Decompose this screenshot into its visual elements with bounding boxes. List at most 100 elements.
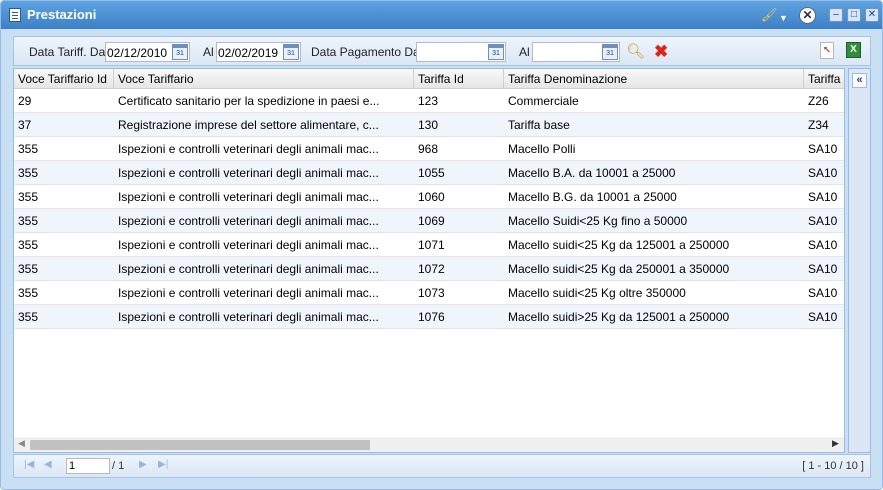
calendar-icon[interactable]: 31 bbox=[602, 44, 618, 60]
first-page-icon[interactable]: |◀ bbox=[24, 459, 34, 470]
minimize-button[interactable]: – bbox=[829, 8, 843, 22]
table-cell: Macello Polli bbox=[508, 142, 576, 156]
grid-header: Voce Tariffario Id Voce Tariffario Tarif… bbox=[14, 69, 844, 89]
table-cell: Ispezioni e controlli veterinari degli a… bbox=[118, 190, 379, 204]
close-button[interactable]: ✕ bbox=[865, 8, 879, 22]
table-cell: Z26 bbox=[808, 94, 829, 108]
paging-info: [ 1 - 10 / 10 ] bbox=[802, 460, 864, 472]
table-cell: 1073 bbox=[418, 286, 445, 300]
table-cell: 1076 bbox=[418, 310, 445, 324]
table-cell: Macello suidi>25 Kg da 125001 a 250000 bbox=[508, 310, 730, 324]
table-cell: Ispezioni e controlli veterinari degli a… bbox=[118, 286, 379, 300]
al-field-2[interactable]: 31 bbox=[532, 42, 620, 62]
expand-panel-icon[interactable]: « bbox=[852, 73, 867, 88]
al-label-2: Al bbox=[519, 45, 530, 59]
close-circle-icon[interactable]: ✕ bbox=[799, 7, 816, 24]
data-tariff-dal-label: Data Tariff. Dal bbox=[29, 45, 108, 59]
table-cell: Ispezioni e controlli veterinari degli a… bbox=[118, 238, 379, 252]
table-cell: SA10 bbox=[808, 286, 838, 300]
pdf-export-icon[interactable]: ⭦ bbox=[820, 42, 834, 59]
column-header-voce-tariffario-id[interactable]: Voce Tariffario Id bbox=[14, 69, 114, 89]
table-row[interactable]: 355 Ispezioni e controlli veterinari degl… bbox=[14, 137, 844, 161]
calendar-icon[interactable]: 31 bbox=[488, 44, 504, 60]
column-header-voce-tariffario[interactable]: Voce Tariffario bbox=[114, 69, 414, 89]
table-cell: 355 bbox=[18, 214, 39, 228]
al-label-1: Al bbox=[203, 45, 214, 59]
table-cell: Macello Suidi<25 Kg fino a 50000 bbox=[508, 214, 688, 228]
broom-icon[interactable]: 🖌 bbox=[761, 8, 778, 22]
table-cell: Macello suidi<25 Kg da 250001 a 350000 bbox=[508, 262, 730, 276]
table-cell: Certificato sanitario per la spedizione … bbox=[118, 94, 380, 108]
table-row[interactable]: 355 Ispezioni e controlli veterinari degl… bbox=[14, 257, 844, 281]
table-cell: 355 bbox=[18, 286, 39, 300]
table-cell: 37 bbox=[18, 118, 32, 132]
clear-filter-icon[interactable]: ✖ bbox=[654, 43, 668, 61]
window-titlebar[interactable]: Prestazioni 🖌 ▼ ✕ – □ ✕ bbox=[1, 1, 882, 29]
table-row[interactable]: 355 Ispezioni e controlli veterinari degl… bbox=[14, 161, 844, 185]
table-cell: SA10 bbox=[808, 262, 838, 276]
column-header-tariffa-denominazione[interactable]: Tariffa Denominazione bbox=[504, 69, 804, 89]
scrollbar-thumb[interactable] bbox=[30, 440, 370, 450]
table-cell: Ispezioni e controlli veterinari degli a… bbox=[118, 262, 379, 276]
data-tariff-dal-field[interactable]: 02/12/2010 31 bbox=[105, 42, 190, 62]
previous-page-icon[interactable]: ◀ bbox=[44, 459, 52, 470]
table-cell: SA10 bbox=[808, 142, 838, 156]
table-cell: 355 bbox=[18, 142, 39, 156]
table-cell: SA10 bbox=[808, 310, 838, 324]
scroll-right-icon[interactable]: ▶ bbox=[832, 438, 839, 449]
filter-toolbar: Data Tariff. Dal 02/12/2010 31 Al 02/02/… bbox=[13, 36, 871, 66]
data-pagamento-dal-field[interactable]: 31 bbox=[416, 42, 506, 62]
table-row[interactable]: 37 Registrazione imprese del settore alim… bbox=[14, 113, 844, 137]
calendar-icon[interactable]: 31 bbox=[283, 44, 299, 60]
table-cell: Ispezioni e controlli veterinari degli a… bbox=[118, 310, 379, 324]
table-row[interactable]: 355 Ispezioni e controlli veterinari degl… bbox=[14, 233, 844, 257]
table-row[interactable]: 355 Ispezioni e controlli veterinari degl… bbox=[14, 209, 844, 233]
table-row[interactable]: 355 Ispezioni e controlli veterinari degl… bbox=[14, 305, 844, 329]
table-cell: 355 bbox=[18, 166, 39, 180]
table-cell: 1072 bbox=[418, 262, 445, 276]
table-cell: Ispezioni e controlli veterinari degli a… bbox=[118, 142, 379, 156]
al-field-1[interactable]: 02/02/2019 31 bbox=[216, 42, 301, 62]
maximize-button[interactable]: □ bbox=[847, 8, 861, 22]
table-cell: Ispezioni e controlli veterinari degli a… bbox=[118, 214, 379, 228]
table-cell: Macello suidi<25 Kg oltre 350000 bbox=[508, 286, 686, 300]
table-cell: 1071 bbox=[418, 238, 445, 252]
calendar-icon[interactable]: 31 bbox=[172, 44, 188, 60]
last-page-icon[interactable]: ▶| bbox=[158, 459, 168, 470]
table-cell: 968 bbox=[418, 142, 439, 156]
column-header-tariffa-id[interactable]: Tariffa Id bbox=[414, 69, 504, 89]
chevron-down-icon[interactable]: ▼ bbox=[779, 11, 788, 25]
table-cell: SA10 bbox=[808, 190, 838, 204]
page-number-input[interactable] bbox=[66, 458, 110, 474]
table-row[interactable]: 355 Ispezioni e controlli veterinari degl… bbox=[14, 281, 844, 305]
table-cell: SA10 bbox=[808, 166, 838, 180]
table-cell: 355 bbox=[18, 310, 39, 324]
collapsed-side-panel: « bbox=[848, 68, 871, 453]
table-cell: 1060 bbox=[418, 190, 445, 204]
table-row[interactable]: 29 Certificato sanitario per la spedizion… bbox=[14, 89, 844, 113]
table-cell: Macello B.G. da 10001 a 25000 bbox=[508, 190, 677, 204]
search-icon[interactable]: 🔍︎ bbox=[626, 43, 645, 61]
prestazioni-window: Prestazioni 🖌 ▼ ✕ – □ ✕ Data Tariff. Dal… bbox=[0, 0, 883, 490]
table-cell: 355 bbox=[18, 190, 39, 204]
table-row[interactable]: 355 Ispezioni e controlli veterinari degl… bbox=[14, 185, 844, 209]
al-value-1: 02/02/2019 bbox=[218, 46, 279, 60]
table-cell: 123 bbox=[418, 94, 439, 108]
table-cell: 130 bbox=[418, 118, 439, 132]
column-header-tariffa[interactable]: Tariffa bbox=[804, 69, 844, 89]
horizontal-scrollbar[interactable]: ◀ ▶ bbox=[14, 437, 844, 452]
window-title: Prestazioni bbox=[27, 7, 97, 22]
table-cell: 1055 bbox=[418, 166, 445, 180]
scroll-left-icon[interactable]: ◀ bbox=[18, 438, 25, 449]
window-icon bbox=[9, 8, 21, 22]
table-cell: 29 bbox=[18, 94, 32, 108]
table-cell: 1069 bbox=[418, 214, 445, 228]
excel-export-icon[interactable]: X bbox=[846, 42, 861, 58]
table-cell: 355 bbox=[18, 262, 39, 276]
table-cell: Macello suidi<25 Kg da 125001 a 250000 bbox=[508, 238, 730, 252]
page-count: / 1 bbox=[112, 460, 125, 472]
next-page-icon[interactable]: ▶ bbox=[139, 459, 147, 470]
paging-toolbar: |◀ ◀ / 1 ▶ ▶| [ 1 - 10 / 10 ] bbox=[13, 454, 871, 478]
table-cell: Ispezioni e controlli veterinari degli a… bbox=[118, 166, 379, 180]
table-cell: SA10 bbox=[808, 214, 838, 228]
